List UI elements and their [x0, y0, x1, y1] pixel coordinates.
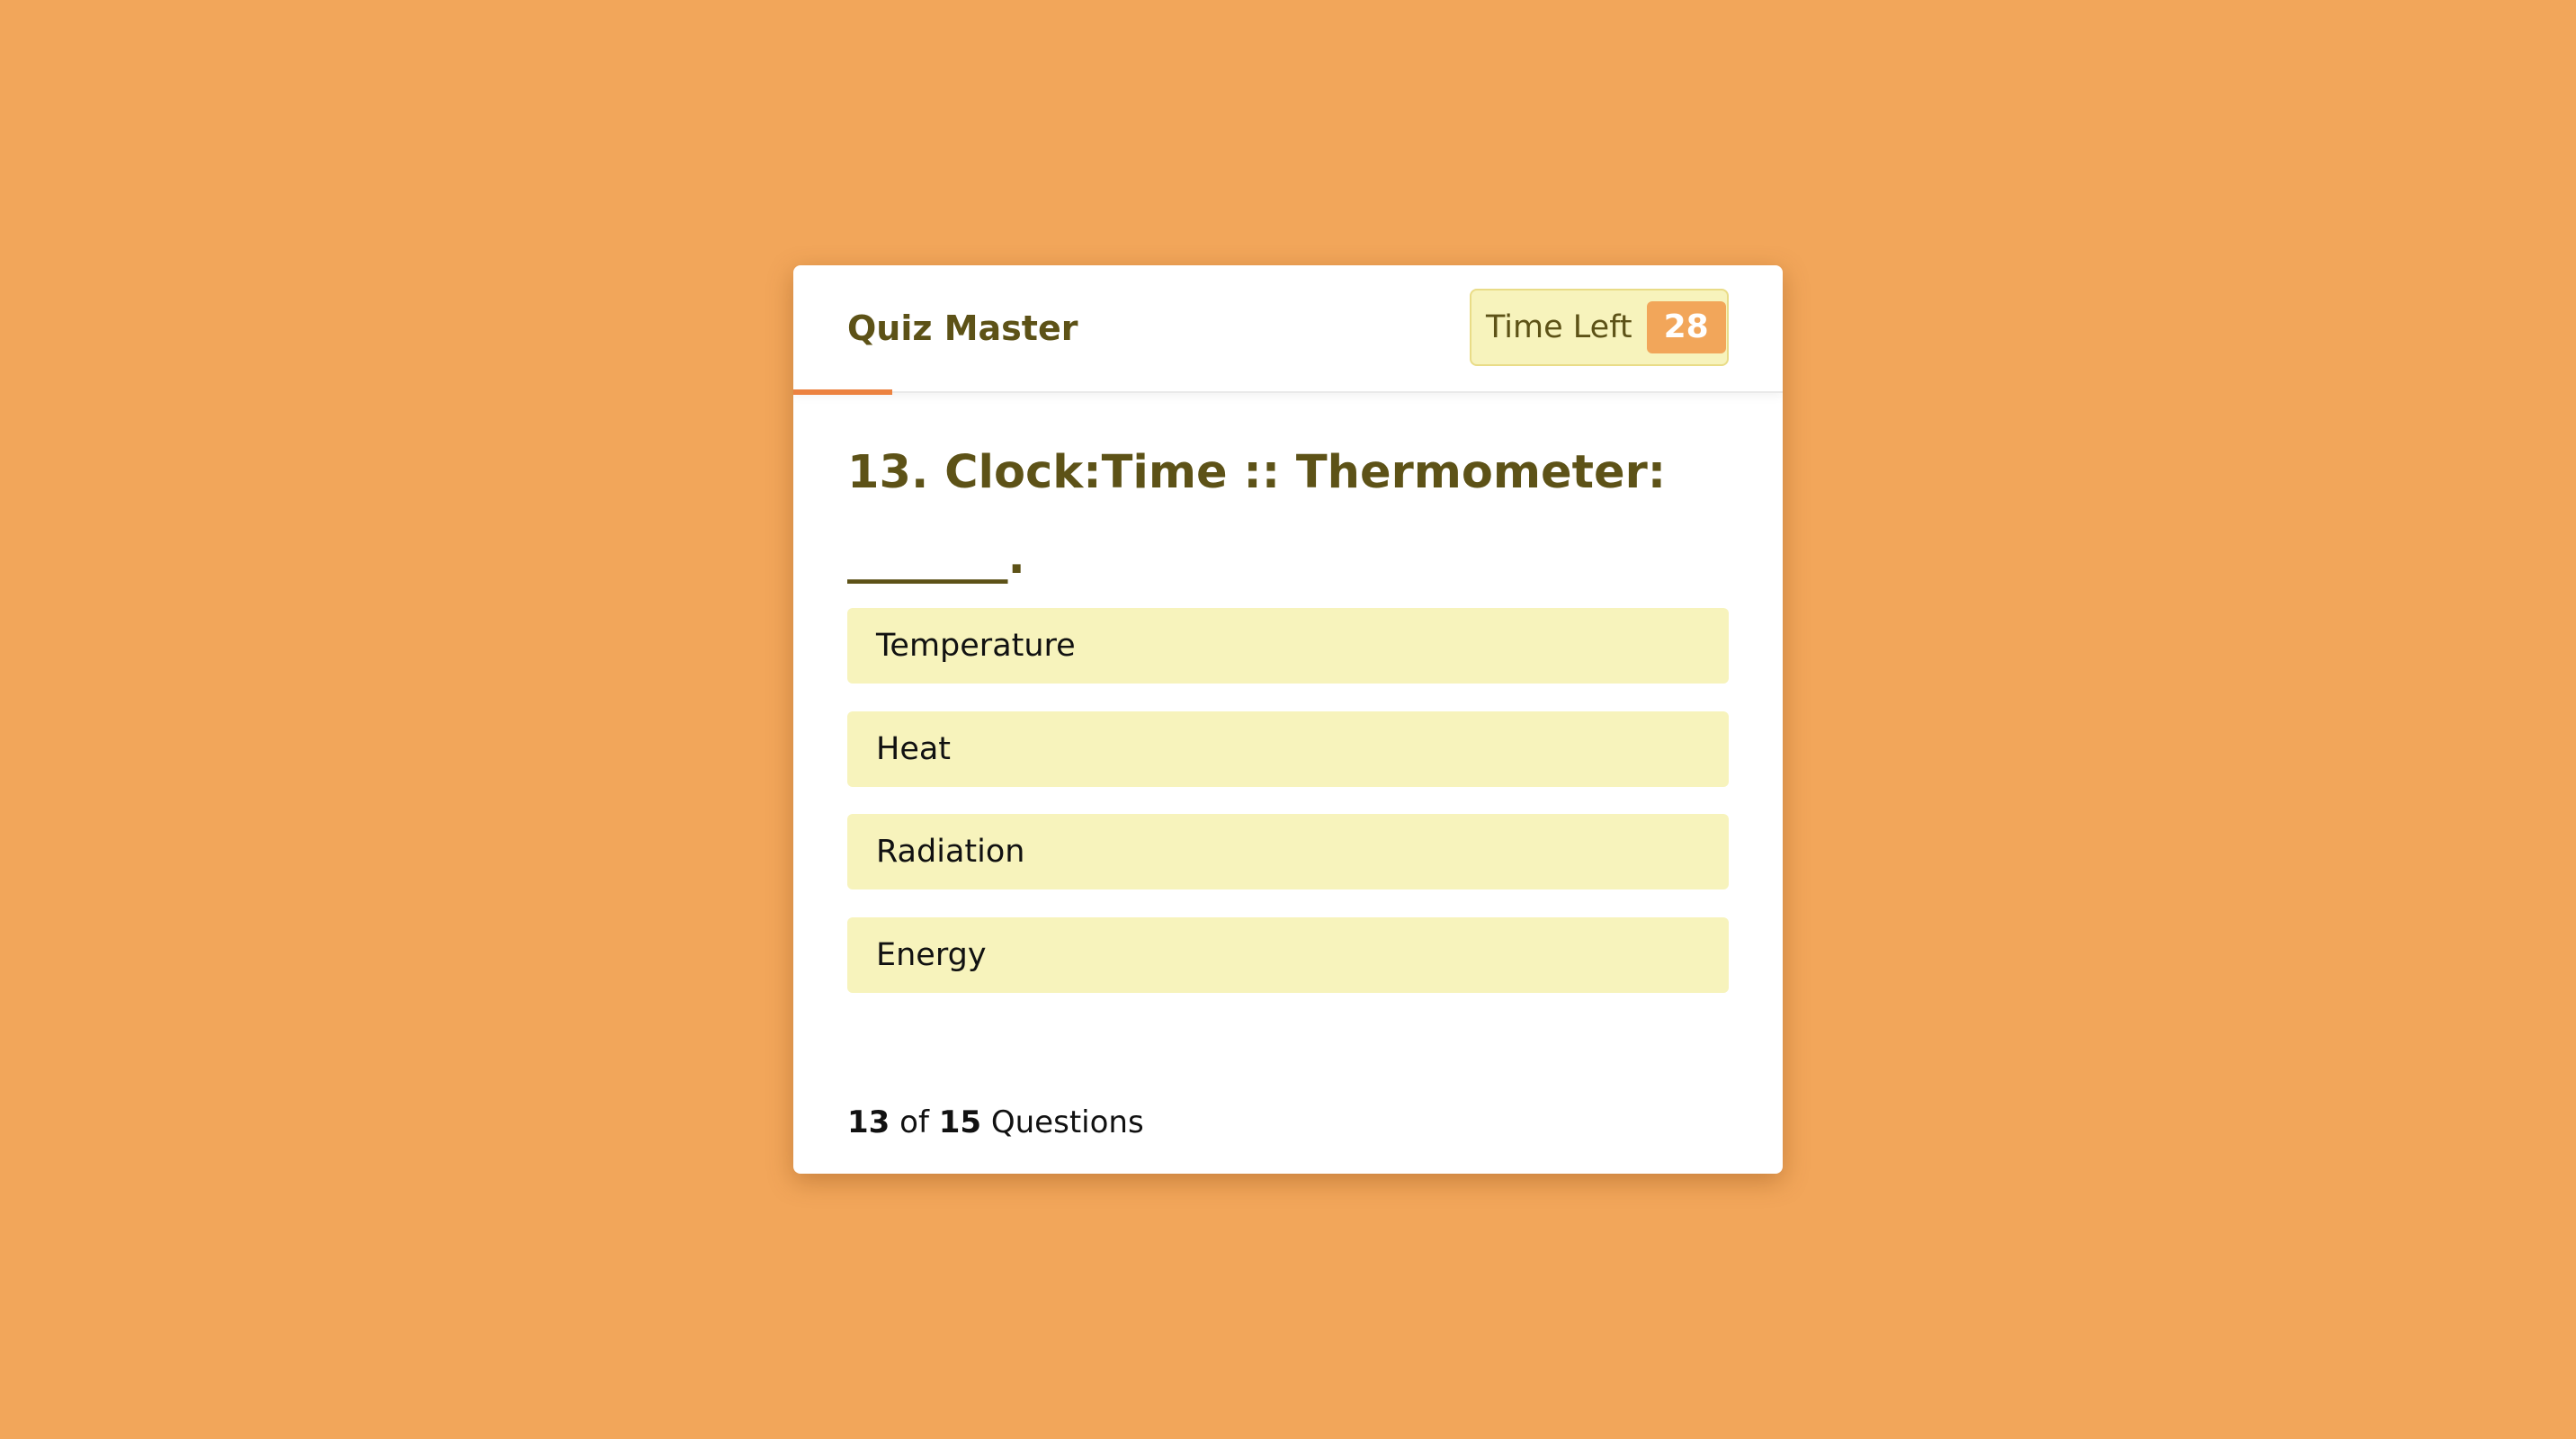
timer-label: Time Left	[1486, 308, 1632, 345]
answer-option-energy[interactable]: Energy	[847, 917, 1729, 993]
current-question-number: 13	[847, 1104, 890, 1140]
timer: Time Left 28	[1470, 289, 1729, 366]
time-progress-bar	[793, 389, 892, 395]
counter-of-text: of	[899, 1104, 929, 1140]
timer-value: 28	[1646, 301, 1726, 353]
question-text: 13. Clock:Time :: Thermometer: _______.	[847, 446, 1667, 585]
quiz-card: Quiz Master Time Left 28 13. Clock:Time …	[793, 265, 1783, 1174]
answer-option-heat[interactable]: Heat	[847, 711, 1729, 787]
quiz-header: Quiz Master Time Left 28	[793, 265, 1783, 395]
question-counter: 13 of 15 Questions	[847, 1100, 1144, 1145]
answer-option-radiation[interactable]: Radiation	[847, 814, 1729, 889]
total-question-count: 15	[938, 1104, 982, 1140]
answer-options: Temperature Heat Radiation Energy	[847, 608, 1729, 1021]
counter-suffix: Questions	[990, 1104, 1144, 1140]
answer-option-temperature[interactable]: Temperature	[847, 608, 1729, 684]
app-title: Quiz Master	[847, 308, 1078, 348]
